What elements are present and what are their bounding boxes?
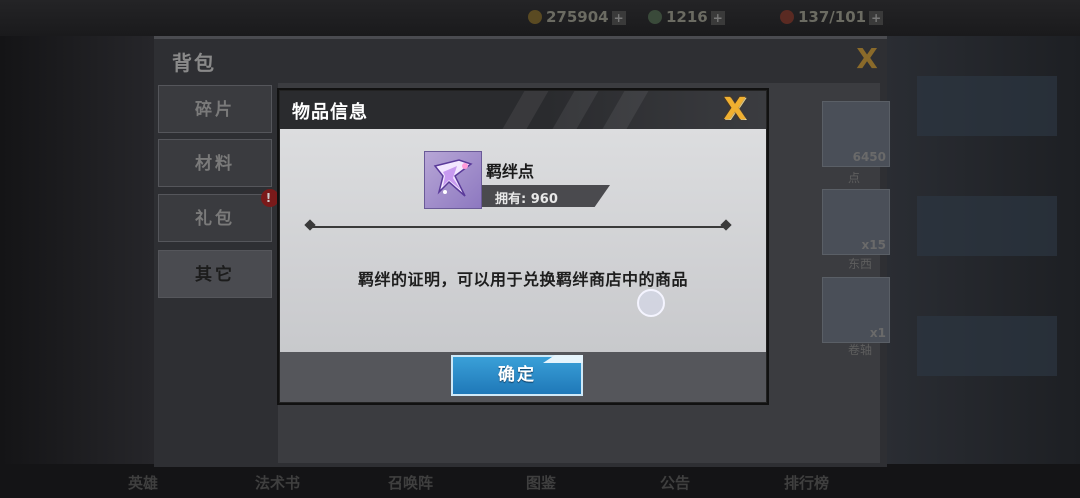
touch-indicator [637,289,665,317]
header-decoration [539,91,605,129]
dialog-header: 物品信息 X [280,91,766,129]
stamina-icon [780,10,794,24]
dialog-footer: 确定 [280,352,766,402]
dialog-title: 物品信息 [292,102,368,123]
gem-icon [648,10,662,24]
nav-codex[interactable]: 图鉴 [526,472,556,493]
tab-other[interactable]: 其它 [158,250,272,298]
tab-materials[interactable]: 材料 [158,139,272,187]
bond-point-icon [424,151,482,209]
background-banner [917,76,1057,136]
item-slot[interactable]: x1 [822,277,890,343]
item-slot[interactable]: 6450 [822,101,890,167]
header-decoration [589,91,655,129]
dialog-close-button[interactable]: X [720,94,750,126]
divider-endcap [304,219,316,231]
divider-endcap [720,219,732,231]
item-info-dialog: 物品信息 X 羁绊点 拥有: 960 羁绊的证明，可以用于兑换羁绊商店中的商品 … [279,90,767,403]
item-slot-label: 卷轴 [848,343,873,357]
item-count: 6450 [852,150,886,164]
notification-badge: ! [261,189,279,207]
add-coin-button[interactable]: + [611,11,626,25]
item-count: x15 [861,238,886,252]
backpack-title: 背包 [172,51,216,75]
item-slot[interactable]: x15 [822,189,890,255]
header-decoration [489,91,555,129]
background-banner [917,196,1057,256]
add-stamina-button[interactable]: + [869,11,884,25]
nav-summon[interactable]: 召唤阵 [388,472,433,493]
backpack-close-button[interactable]: X [853,45,881,73]
coin-counter: 275904 + [528,8,626,26]
item-name: 羁绊点 [486,162,535,181]
right-background-panel [887,36,1080,498]
nav-announcement[interactable]: 公告 [660,472,690,493]
tab-fragments[interactable]: 碎片 [158,85,272,133]
nav-ranking[interactable]: 排行榜 [784,472,829,493]
button-decoration [543,355,583,363]
tab-gift-packs[interactable]: 礼包 ! [158,189,279,242]
item-count: x1 [869,326,886,340]
stamina-counter: 137/101 + [780,8,884,26]
owned-count: 拥有: 960 [495,192,558,207]
nav-spellbook[interactable]: 法术书 [255,472,300,493]
gem-counter: 1216 + [648,8,725,26]
star-shard-icon [433,159,473,197]
background-banner [917,316,1057,376]
divider [308,226,728,228]
item-description: 羁绊的证明，可以用于兑换羁绊商店中的商品 [357,270,688,289]
item-slot-label: 东西 [848,257,873,271]
coin-icon [528,10,542,24]
confirm-button-label: 确定 [498,365,536,385]
left-background-panel [0,36,154,498]
bottom-navigation: 英雄 法术书 召唤阵 图鉴 公告 排行榜 [0,464,1080,498]
tab-gift-packs-label: 礼包 [195,209,235,229]
top-resource-bar: 275904 + 1216 + 137/101 + [0,0,1080,36]
dialog-body: 羁绊点 拥有: 960 羁绊的证明，可以用于兑换羁绊商店中的商品 [280,129,766,352]
add-gem-button[interactable]: + [710,11,725,25]
item-slot-label: 点 [848,171,861,185]
confirm-button[interactable]: 确定 [451,355,583,396]
nav-heroes[interactable]: 英雄 [128,472,158,493]
